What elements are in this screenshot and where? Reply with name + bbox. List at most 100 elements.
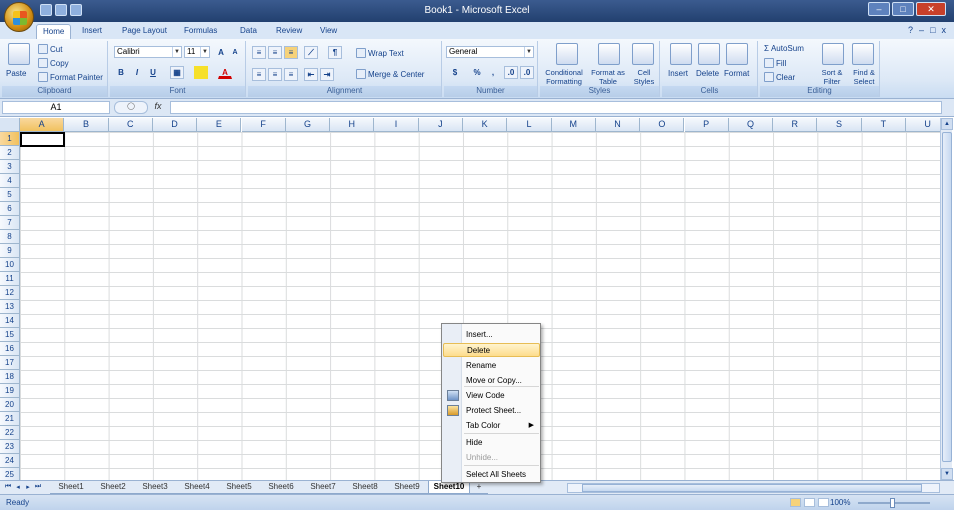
tab-page-layout[interactable]: Page Layout <box>116 24 173 39</box>
align-center-button[interactable]: ≡ <box>268 68 282 81</box>
autosum-button[interactable]: Σ AutoSum <box>764 44 804 53</box>
row-header-22[interactable]: 22 <box>0 426 20 440</box>
paste-button[interactable]: Paste <box>6 69 26 78</box>
font-name-select[interactable]: Calibri ▼ <box>114 46 182 58</box>
vertical-scrollbar[interactable]: ▲ ▼ <box>940 118 953 480</box>
fill-color-button[interactable] <box>194 66 208 79</box>
column-header-n[interactable]: N <box>595 118 641 132</box>
normal-view-button[interactable] <box>790 498 801 507</box>
underline-button[interactable]: U <box>146 66 160 79</box>
formula-input[interactable] <box>170 101 942 114</box>
maximize-button[interactable]: □ <box>892 2 914 16</box>
column-header-b[interactable]: B <box>64 118 109 132</box>
zoom-slider-thumb[interactable] <box>890 498 895 508</box>
row-header-25[interactable]: 25 <box>0 468 20 480</box>
sheet-tab-sheet1[interactable]: Sheet1 <box>50 481 92 494</box>
column-header-e[interactable]: E <box>197 118 242 132</box>
comma-button[interactable]: , <box>486 66 500 79</box>
row-header-12[interactable]: 12 <box>0 286 20 300</box>
active-cell-a1[interactable] <box>20 132 65 147</box>
increase-indent-button[interactable]: ⇥ <box>320 68 334 81</box>
row-header-16[interactable]: 16 <box>0 342 20 356</box>
row-header-4[interactable]: 4 <box>0 174 20 188</box>
column-header-f[interactable]: F <box>241 118 286 132</box>
sheet-tab-sheet7[interactable]: Sheet7 <box>302 481 344 494</box>
row-header-20[interactable]: 20 <box>0 398 20 412</box>
sort-filter-button[interactable]: Sort & Filter <box>816 68 848 86</box>
row-header-21[interactable]: 21 <box>0 412 20 426</box>
number-format-select[interactable]: General ▼ <box>446 46 534 58</box>
menu-item-select-all-sheets[interactable]: Select All Sheets <box>443 468 540 482</box>
name-box[interactable]: A1 <box>2 101 110 114</box>
menu-item-delete[interactable]: Delete <box>443 343 540 357</box>
borders-button[interactable]: ▦ <box>170 66 184 79</box>
delete-cells-icon[interactable] <box>698 43 720 65</box>
column-header-r[interactable]: R <box>773 118 818 132</box>
font-color-button[interactable]: A <box>218 66 232 79</box>
row-header-1[interactable]: 1 <box>0 132 20 146</box>
binoculars-icon[interactable] <box>852 43 874 65</box>
orientation-button[interactable]: ⟋ <box>304 46 318 59</box>
horizontal-scrollbar[interactable] <box>567 483 940 493</box>
column-header-k[interactable]: K <box>463 118 508 132</box>
increase-decimal-button[interactable]: .0 <box>504 66 518 79</box>
column-header-i[interactable]: I <box>374 118 419 132</box>
copy-button[interactable]: Copy <box>38 58 69 68</box>
cell-styles-button[interactable]: Cell Styles <box>630 68 658 86</box>
row-header-13[interactable]: 13 <box>0 300 20 314</box>
vertical-scroll-thumb[interactable] <box>942 132 952 462</box>
row-header-19[interactable]: 19 <box>0 384 20 398</box>
align-top-button[interactable]: ≡ <box>252 46 266 59</box>
tab-home[interactable]: Home <box>36 24 72 39</box>
fill-button[interactable]: Fill <box>764 58 786 68</box>
tab-review[interactable]: Review <box>270 24 308 39</box>
column-header-t[interactable]: T <box>861 118 906 132</box>
italic-button[interactable]: I <box>130 66 144 79</box>
column-header-p[interactable]: P <box>684 118 729 132</box>
horizontal-scroll-thumb[interactable] <box>582 484 922 492</box>
column-header-a[interactable]: A <box>20 118 65 132</box>
tab-data[interactable]: Data <box>234 24 263 39</box>
prev-sheet-icon[interactable]: ◂ <box>14 483 22 493</box>
cut-button[interactable]: Cut <box>38 44 62 54</box>
row-header-7[interactable]: 7 <box>0 216 20 230</box>
column-header-u[interactable]: U <box>906 118 940 132</box>
sheet-tab-sheet9[interactable]: Sheet9 <box>386 481 428 494</box>
scroll-down-icon[interactable]: ▼ <box>941 468 953 480</box>
column-header-j[interactable]: J <box>418 118 463 132</box>
align-middle-button[interactable]: ≡ <box>268 46 282 59</box>
office-button[interactable] <box>4 2 34 32</box>
grow-font-button[interactable]: A <box>214 46 228 59</box>
zoom-level[interactable]: 100% <box>830 498 850 507</box>
row-header-10[interactable]: 10 <box>0 258 20 272</box>
column-header-l[interactable]: L <box>507 118 552 132</box>
next-sheet-icon[interactable]: ▸ <box>24 483 32 493</box>
sheet-tab-sheet2[interactable]: Sheet2 <box>92 481 134 494</box>
scroll-up-icon[interactable]: ▲ <box>941 118 953 130</box>
column-header-g[interactable]: G <box>285 118 331 132</box>
row-header-23[interactable]: 23 <box>0 440 20 454</box>
menu-item-protect-sheet[interactable]: Protect Sheet... <box>443 404 540 418</box>
tab-insert[interactable]: Insert <box>76 24 108 39</box>
menu-item-view-code[interactable]: View Code <box>443 389 540 403</box>
row-header-15[interactable]: 15 <box>0 328 20 342</box>
help-icon[interactable]: ? <box>908 25 913 35</box>
insert-cells-icon[interactable] <box>670 43 692 65</box>
row-header-14[interactable]: 14 <box>0 314 20 328</box>
merge-center-button[interactable]: Merge & Center <box>356 69 424 79</box>
format-as-table-button[interactable]: Format as Table <box>590 68 626 86</box>
close-button[interactable]: ✕ <box>916 2 946 16</box>
menu-item-hide[interactable]: Hide <box>443 436 540 450</box>
shrink-font-button[interactable]: A <box>228 46 242 59</box>
delete-cells-button[interactable]: Delete <box>696 69 719 78</box>
column-header-o[interactable]: O <box>640 118 685 132</box>
sort-filter-icon[interactable] <box>822 43 844 65</box>
row-header-6[interactable]: 6 <box>0 202 20 216</box>
percent-button[interactable]: % <box>470 66 484 79</box>
format-table-icon[interactable] <box>598 43 620 65</box>
column-header-h[interactable]: H <box>330 118 375 132</box>
menu-item-rename[interactable]: Rename <box>443 359 540 373</box>
insert-cells-button[interactable]: Insert <box>668 69 688 78</box>
tab-view[interactable]: View <box>314 24 343 39</box>
row-header-24[interactable]: 24 <box>0 454 20 468</box>
